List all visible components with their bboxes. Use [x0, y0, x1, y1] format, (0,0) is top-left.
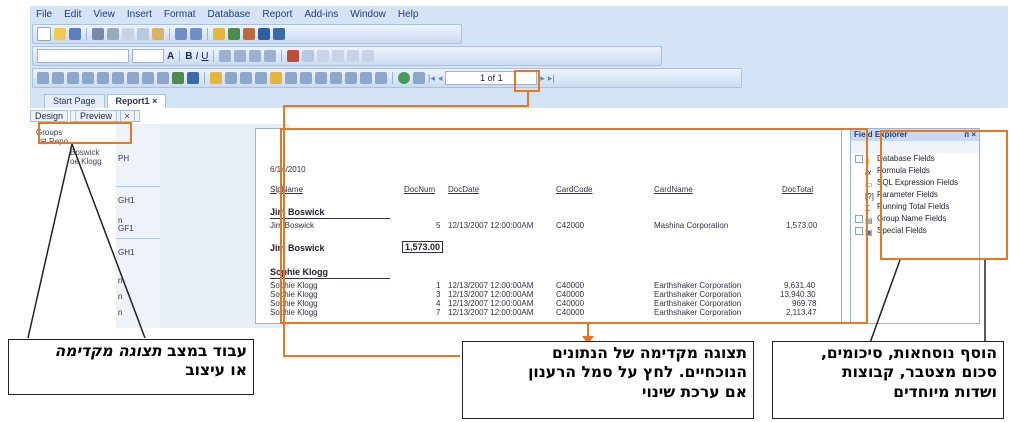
callout-line: הנוכחיים. לחץ על סמל הרענון	[528, 363, 747, 382]
callout-line: או עיצוב	[185, 361, 247, 380]
callout-text: עבוד במצב	[161, 342, 247, 360]
callout-line: עבוד במצב תצוגה מקדימה	[15, 342, 247, 361]
callout-line: ושדות מיוחדים	[893, 382, 997, 401]
callout-line: סכום מצטבר, קבוצות	[842, 363, 997, 382]
callout-line: תצוגה מקדימה של הנתונים	[551, 344, 747, 362]
callout-preview-data: תצוגה מקדימה של הנתונים הנוכחיים. לחץ על…	[462, 341, 754, 419]
callout-line: אם ערכת שינוי	[641, 382, 747, 401]
callout-emphasis: תצוגה מקדימה	[54, 342, 162, 360]
callout-add-fields: הוסף נוסחאות, סיכומים, סכום מצטבר, קבוצו…	[772, 341, 1004, 419]
callout-preview-or-design: עבוד במצב תצוגה מקדימה או עיצוב	[8, 339, 254, 395]
callout-line: הוסף נוסחאות, סיכומים,	[820, 344, 997, 362]
